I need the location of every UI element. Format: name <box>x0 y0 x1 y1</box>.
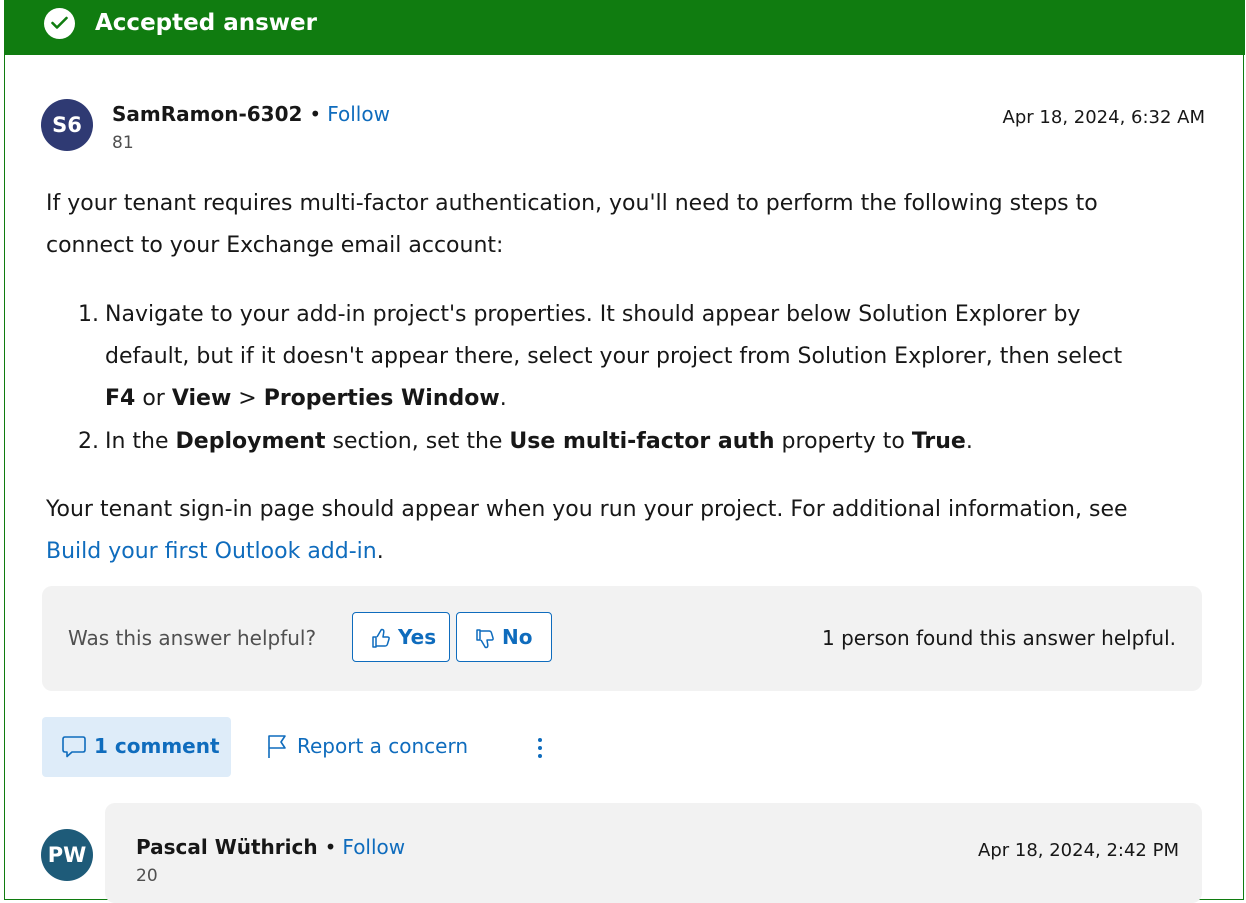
comment-author-line: Pascal Wüthrich • Follow <box>136 834 405 860</box>
answer-intro: If your tenant requires multi-factor aut… <box>46 183 1098 267</box>
comment-icon <box>62 736 86 758</box>
outlook-addin-link[interactable]: Build your first Outlook add-in <box>46 539 377 564</box>
step-text: Navigate to your add-in project's proper… <box>105 302 1081 327</box>
thumbs-up-icon <box>372 628 390 648</box>
yes-label: Yes <box>398 625 437 649</box>
follow-link[interactable]: Follow <box>327 102 390 126</box>
comment-author-name[interactable]: Pascal Wüthrich <box>136 835 318 859</box>
helpful-question: Was this answer helpful? <box>68 626 317 650</box>
no-button[interactable]: No <box>456 612 552 662</box>
bold-mfa-property: Use multi-factor auth <box>509 429 775 454</box>
avatar[interactable]: PW <box>41 829 93 881</box>
follow-link[interactable]: Follow <box>342 835 405 859</box>
report-label: Report a concern <box>297 734 469 758</box>
step-text: default, but if it doesn't appear there,… <box>105 344 1123 369</box>
reputation-count: 81 <box>112 133 134 153</box>
text: In the <box>105 429 176 454</box>
yes-button[interactable]: Yes <box>352 612 450 662</box>
menu-view: View <box>171 386 232 411</box>
text: . <box>376 539 384 564</box>
comment-reputation: 20 <box>136 866 158 886</box>
text: or <box>135 386 172 411</box>
no-label: No <box>502 625 533 649</box>
bold-true: True <box>911 429 966 454</box>
intro-line: connect to your Exchange email account: <box>46 233 504 258</box>
list-number: 2. <box>78 429 99 454</box>
helpful-count: 1 person found this answer helpful. <box>822 626 1176 650</box>
text: property to <box>774 429 912 454</box>
text: . <box>499 386 507 411</box>
answer-outro: Your tenant sign-in page should appear w… <box>46 489 1128 573</box>
comments-button[interactable]: 1 comment <box>42 717 231 777</box>
text: > <box>231 386 264 411</box>
comments-label: 1 comment <box>94 734 220 758</box>
banner-title: Accepted answer <box>95 10 317 36</box>
bold-deployment: Deployment <box>175 429 326 454</box>
menu-properties-window: Properties Window <box>263 386 500 411</box>
text: . <box>965 429 973 454</box>
separator-dot: • <box>324 835 337 859</box>
checkmark-icon <box>44 8 75 39</box>
separator-dot: • <box>309 102 322 126</box>
avatar[interactable]: S6 <box>41 99 93 151</box>
intro-line: If your tenant requires multi-factor aut… <box>46 191 1098 216</box>
outro-line: Your tenant sign-in page should appear w… <box>46 497 1128 522</box>
thumbs-down-icon <box>476 629 494 649</box>
accepted-answer-banner: Accepted answer <box>5 0 1245 55</box>
author-name[interactable]: SamRamon-6302 <box>112 102 302 126</box>
helpful-feedback-panel: Was this answer helpful? Yes No 1 person… <box>42 586 1202 691</box>
answer-date: Apr 18, 2024, 6:32 AM <box>1002 107 1205 128</box>
step-text: F4 or View > Properties Window. <box>105 378 1195 420</box>
flag-icon <box>268 735 286 758</box>
author-line: SamRamon-6302 • Follow <box>112 101 390 127</box>
key-f4: F4 <box>105 386 136 411</box>
text: section, set the <box>325 429 510 454</box>
more-options-icon[interactable] <box>530 736 550 760</box>
list-number: 1. <box>78 302 99 327</box>
comment-date: Apr 18, 2024, 2:42 PM <box>978 840 1179 861</box>
